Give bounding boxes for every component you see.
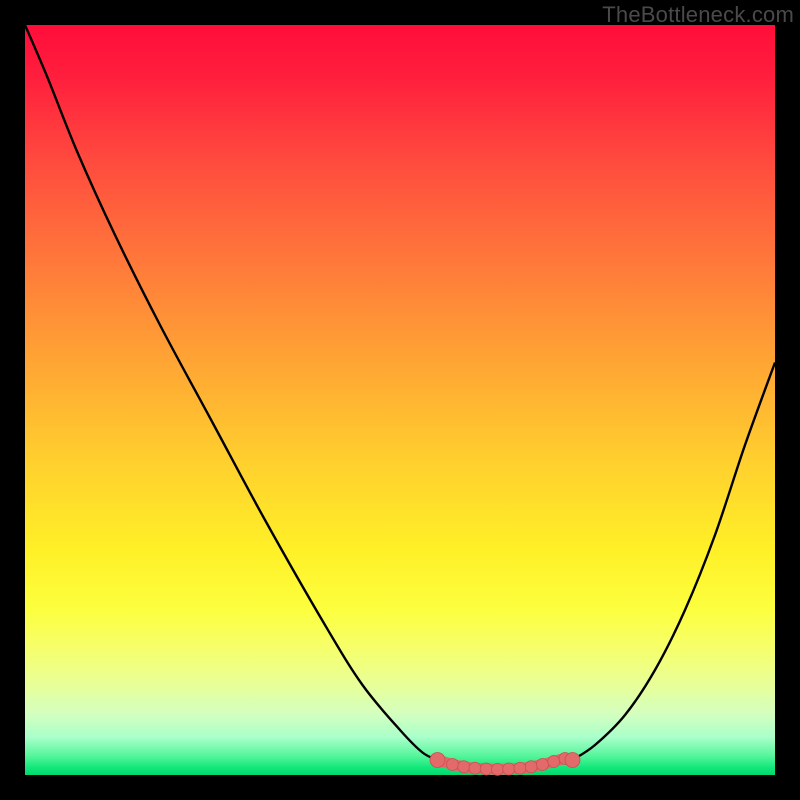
trough-marker-dot (430, 753, 445, 768)
trough-marker-dot (537, 759, 549, 771)
trough-marker-dot (447, 759, 459, 771)
trough-marker-dot (514, 762, 526, 774)
trough-marker-dot (565, 753, 580, 768)
trough-marker-dot (480, 763, 492, 775)
left-descending-curve (25, 25, 438, 760)
plot-area (25, 25, 775, 775)
trough-marker-dot (525, 761, 537, 773)
chart-frame: TheBottleneck.com (0, 0, 800, 800)
right-ascending-curve (573, 363, 776, 761)
trough-marker-group (430, 753, 580, 776)
trough-marker-dot (458, 761, 470, 773)
chart-svg (25, 25, 775, 775)
trough-marker-dot (492, 763, 504, 775)
trough-marker-dot (548, 756, 560, 768)
trough-marker-dot (469, 762, 481, 774)
trough-marker-dot (503, 763, 515, 775)
